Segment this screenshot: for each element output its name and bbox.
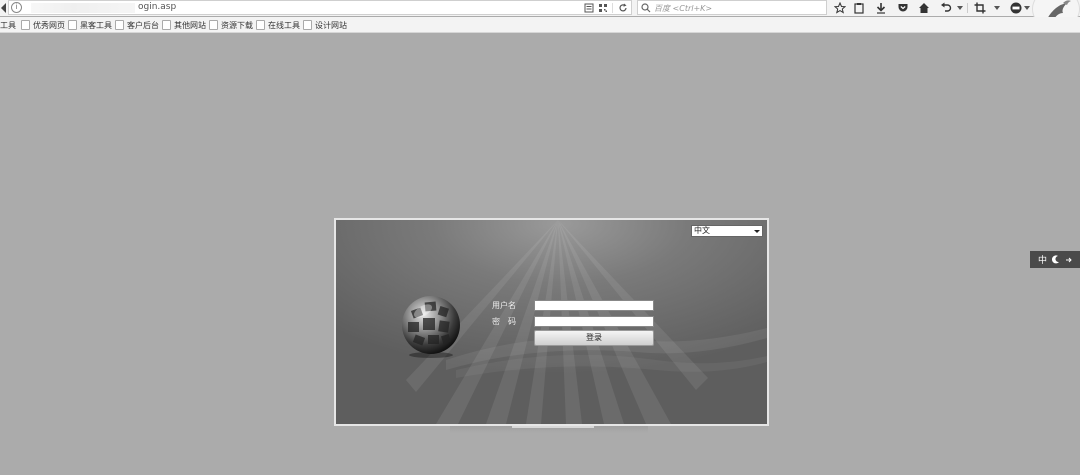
bookmark-folder[interactable]: 设计网站 [303,19,347,31]
url-divider [612,3,613,13]
search-placeholder: 百度 <Ctrl+K> [654,4,713,13]
star-bookmark-icon[interactable] [834,2,846,14]
bookmark-label: 客户后台 [127,20,159,30]
page-icon [21,20,30,30]
bookmark-folder[interactable]: 黑客工具 [68,19,112,31]
addon-dropdown-icon[interactable] [1024,6,1030,10]
bookmark-label: 工具 [0,20,16,30]
undo-dropdown-icon[interactable] [957,6,963,10]
password-field[interactable] [534,316,654,327]
browser-navbar: i ogin.asp 百度 <Ctrl+K> [0,0,1080,30]
bookmark-folder[interactable]: 在线工具 [256,19,300,31]
bookmark-folder[interactable]: 资源下载 [209,19,253,31]
bookmark-label: 黑客工具 [80,20,112,30]
reload-icon[interactable] [618,3,628,13]
clipboard-icon[interactable] [853,2,865,14]
search-icon [641,3,651,13]
page-icon [162,20,171,30]
reader-view-icon[interactable] [584,3,594,13]
page-icon [115,20,124,30]
globe-logo-icon [402,296,460,358]
bookmarks-toolbar: 工具 优秀网页 黑客工具 客户后台 其他网站 资源下载 在线工具 设计网站 [0,17,1080,33]
bookmark-label: 设计网站 [315,20,347,30]
bookmark-label: 在线工具 [268,20,300,30]
bookmark-folder[interactable]: 优秀网页 [21,19,65,31]
bookmark-folder[interactable]: 工具 [0,19,16,31]
bookmark-label: 优秀网页 [33,20,65,30]
crop-dropdown-icon[interactable] [994,6,1000,10]
back-arrow-icon[interactable] [0,2,7,14]
info-icon[interactable]: i [11,2,22,13]
language-select[interactable]: 中文 [691,225,763,237]
page-icon [68,20,77,30]
login-button[interactable]: 登录 [534,330,654,346]
page-icon [303,20,312,30]
toolbar-divider [967,3,968,13]
bookmark-label: 其他网站 [174,20,206,30]
page-icon [209,20,218,30]
crop-screenshot-icon[interactable] [974,2,986,14]
ime-toolbar[interactable]: 中 [1030,251,1080,268]
username-field[interactable] [534,300,654,311]
search-bar[interactable]: 百度 <Ctrl+K> [637,0,827,15]
url-text[interactable]: ogin.asp [138,2,176,12]
page-icon [256,20,265,30]
bookmark-folder[interactable]: 客户后台 [115,19,159,31]
language-selected-value: 中文 [694,226,710,235]
chevron-down-icon [754,230,760,233]
login-panel: 中文 用户名 密 码 登录 [334,218,769,426]
bookmark-label: 资源下载 [221,20,253,30]
url-redacted-area [31,3,135,13]
username-label: 用户名 [492,301,516,310]
url-bar[interactable]: i ogin.asp [8,0,632,15]
home-icon[interactable] [918,2,930,14]
pocket-icon[interactable] [897,2,909,14]
qr-code-icon[interactable] [598,3,608,13]
ime-language-toggle[interactable]: 中 [1038,253,1047,266]
download-icon[interactable] [875,2,887,14]
undo-icon[interactable] [940,2,952,14]
moon-icon[interactable] [1052,255,1060,264]
bookmark-folder[interactable]: 其他网站 [162,19,206,31]
password-label: 密 码 [492,317,516,326]
ime-arrow-icon[interactable] [1065,256,1073,264]
addon-badge-icon[interactable] [1010,2,1022,14]
